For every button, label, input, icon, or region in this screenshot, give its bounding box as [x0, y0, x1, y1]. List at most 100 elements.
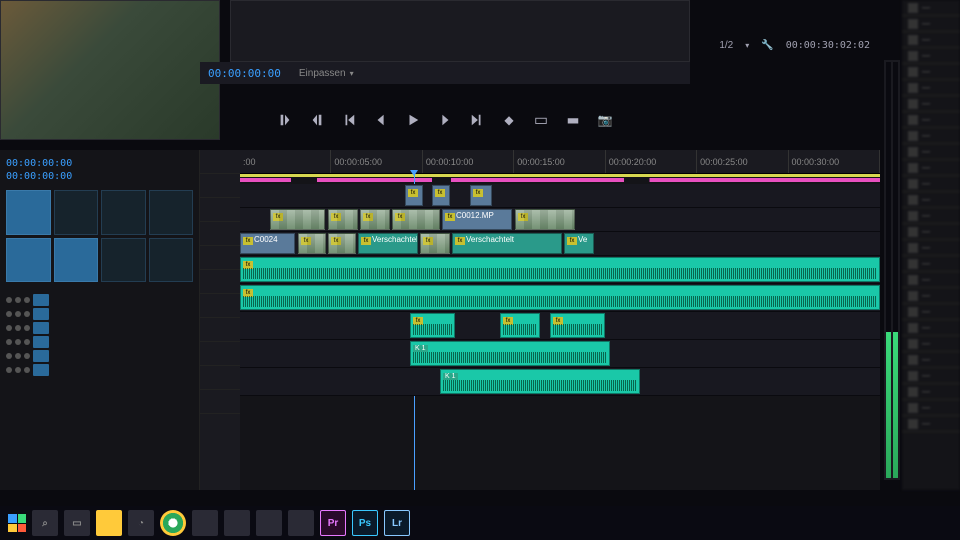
- track-header[interactable]: [200, 174, 240, 198]
- bin-item[interactable]: [149, 238, 194, 283]
- track-header[interactable]: [200, 390, 240, 414]
- lift-button[interactable]: [532, 111, 550, 129]
- audio-clip[interactable]: K 1: [440, 369, 640, 394]
- effects-list-item[interactable]: —: [902, 128, 960, 144]
- effects-list-item[interactable]: —: [902, 272, 960, 288]
- go-to-in-button[interactable]: [340, 111, 358, 129]
- effects-list-item[interactable]: —: [902, 48, 960, 64]
- video-track-v3[interactable]: fx fx fx: [240, 184, 880, 208]
- task-view-icon[interactable]: ▭: [64, 510, 90, 536]
- audio-track-a5[interactable]: K 1: [240, 368, 880, 396]
- effects-list-item[interactable]: —: [902, 192, 960, 208]
- search-icon[interactable]: ⌕: [32, 510, 58, 536]
- effects-list-item[interactable]: —: [902, 32, 960, 48]
- bin-item[interactable]: [6, 238, 51, 283]
- video-track-v2[interactable]: fx fx fx fx fxC0012.MP fx: [240, 208, 880, 232]
- effects-list-item[interactable]: —: [902, 416, 960, 432]
- bin-item[interactable]: [54, 238, 99, 283]
- zoom-fit-dropdown[interactable]: Einpassen ▾: [299, 68, 354, 79]
- add-marker-button[interactable]: ◆: [500, 111, 518, 129]
- video-clip[interactable]: fx: [360, 209, 390, 230]
- source-monitor-thumbnail[interactable]: [0, 0, 220, 140]
- track-toggle[interactable]: [33, 364, 49, 376]
- audio-clip[interactable]: fx: [550, 313, 605, 338]
- photoshop-icon[interactable]: Ps: [352, 510, 378, 536]
- track-header[interactable]: [200, 246, 240, 270]
- track-header[interactable]: [200, 222, 240, 246]
- title-clip[interactable]: fx: [432, 185, 450, 206]
- effects-list-item[interactable]: —: [902, 304, 960, 320]
- chrome-icon[interactable]: [160, 510, 186, 536]
- video-clip[interactable]: fx: [392, 209, 440, 230]
- effects-list-item[interactable]: —: [902, 64, 960, 80]
- effects-list-item[interactable]: —: [902, 256, 960, 272]
- effects-list-item[interactable]: —: [902, 0, 960, 16]
- track-header[interactable]: [200, 270, 240, 294]
- effects-list-item[interactable]: —: [902, 384, 960, 400]
- effects-list-item[interactable]: —: [902, 16, 960, 32]
- step-back-button[interactable]: [372, 111, 390, 129]
- track-toggle[interactable]: [33, 308, 49, 320]
- effects-list-item[interactable]: —: [902, 112, 960, 128]
- video-clip[interactable]: fx: [270, 209, 325, 230]
- effects-list-item[interactable]: —: [902, 224, 960, 240]
- video-clip[interactable]: fx: [515, 209, 575, 230]
- timeline-body[interactable]: :00 00:00:05:00 00:00:10:00 00:00:15:00 …: [240, 150, 880, 490]
- effects-list-item[interactable]: —: [902, 80, 960, 96]
- time-ruler[interactable]: :00 00:00:05:00 00:00:10:00 00:00:15:00 …: [240, 150, 880, 174]
- taskbar-app-icon[interactable]: [192, 510, 218, 536]
- step-forward-button[interactable]: [436, 111, 454, 129]
- extract-button[interactable]: [564, 111, 582, 129]
- effects-list-item[interactable]: —: [902, 352, 960, 368]
- video-clip[interactable]: fxC0024: [240, 233, 295, 254]
- project-timecode-1[interactable]: 00:00:00:00: [6, 158, 193, 169]
- effects-list-item[interactable]: —: [902, 400, 960, 416]
- bin-item[interactable]: [54, 190, 99, 235]
- effects-list-item[interactable]: —: [902, 208, 960, 224]
- file-explorer-icon[interactable]: [96, 510, 122, 536]
- track-toggle[interactable]: [33, 350, 49, 362]
- bin-item[interactable]: [6, 190, 51, 235]
- effects-list-item[interactable]: —: [902, 320, 960, 336]
- bin-item[interactable]: [101, 238, 146, 283]
- current-timecode[interactable]: 00:00:00:00: [208, 67, 281, 80]
- play-button[interactable]: [404, 111, 422, 129]
- mark-in-button[interactable]: [276, 111, 294, 129]
- effects-list-item[interactable]: —: [902, 368, 960, 384]
- effects-list-item[interactable]: —: [902, 160, 960, 176]
- export-frame-button[interactable]: 📷: [596, 111, 614, 129]
- taskbar-app-icon[interactable]: ◔: [128, 510, 154, 536]
- taskbar-app-icon[interactable]: [288, 510, 314, 536]
- track-header[interactable]: [200, 342, 240, 366]
- taskbar-app-icon[interactable]: [256, 510, 282, 536]
- title-clip[interactable]: fx: [405, 185, 423, 206]
- audio-track-a4[interactable]: K 1: [240, 340, 880, 368]
- nested-clip[interactable]: fxVerschachtelt: [358, 233, 418, 254]
- effects-list-item[interactable]: —: [902, 176, 960, 192]
- mark-out-button[interactable]: [308, 111, 326, 129]
- video-clip[interactable]: fxC0012.MP: [442, 209, 512, 230]
- track-header[interactable]: [200, 318, 240, 342]
- audio-clip[interactable]: K 1: [410, 341, 610, 366]
- audio-clip[interactable]: fx: [240, 257, 880, 282]
- track-header[interactable]: [200, 150, 240, 174]
- effects-list-item[interactable]: —: [902, 240, 960, 256]
- track-toggle[interactable]: [33, 322, 49, 334]
- track-toggle[interactable]: [33, 336, 49, 348]
- lightroom-icon[interactable]: Lr: [384, 510, 410, 536]
- audio-track-a1[interactable]: fx: [240, 256, 880, 284]
- start-button[interactable]: [8, 514, 26, 532]
- video-track-v1[interactable]: fxC0024 fx fx fxVerschachtelt fx fxVersc…: [240, 232, 880, 256]
- video-clip[interactable]: fx: [328, 209, 358, 230]
- audio-track-a3[interactable]: fx fx fx: [240, 312, 880, 340]
- video-clip[interactable]: fx: [328, 233, 356, 254]
- taskbar-app-icon[interactable]: [224, 510, 250, 536]
- audio-clip[interactable]: fx: [410, 313, 455, 338]
- audio-track-a2[interactable]: fx: [240, 284, 880, 312]
- go-to-out-button[interactable]: [468, 111, 486, 129]
- video-clip[interactable]: fx: [420, 233, 450, 254]
- nested-clip[interactable]: fxVerschachtelt: [452, 233, 562, 254]
- project-timecode-2[interactable]: 00:00:00:00: [6, 171, 193, 182]
- wrench-icon[interactable]: 🔧: [761, 40, 773, 51]
- video-clip[interactable]: fx: [298, 233, 326, 254]
